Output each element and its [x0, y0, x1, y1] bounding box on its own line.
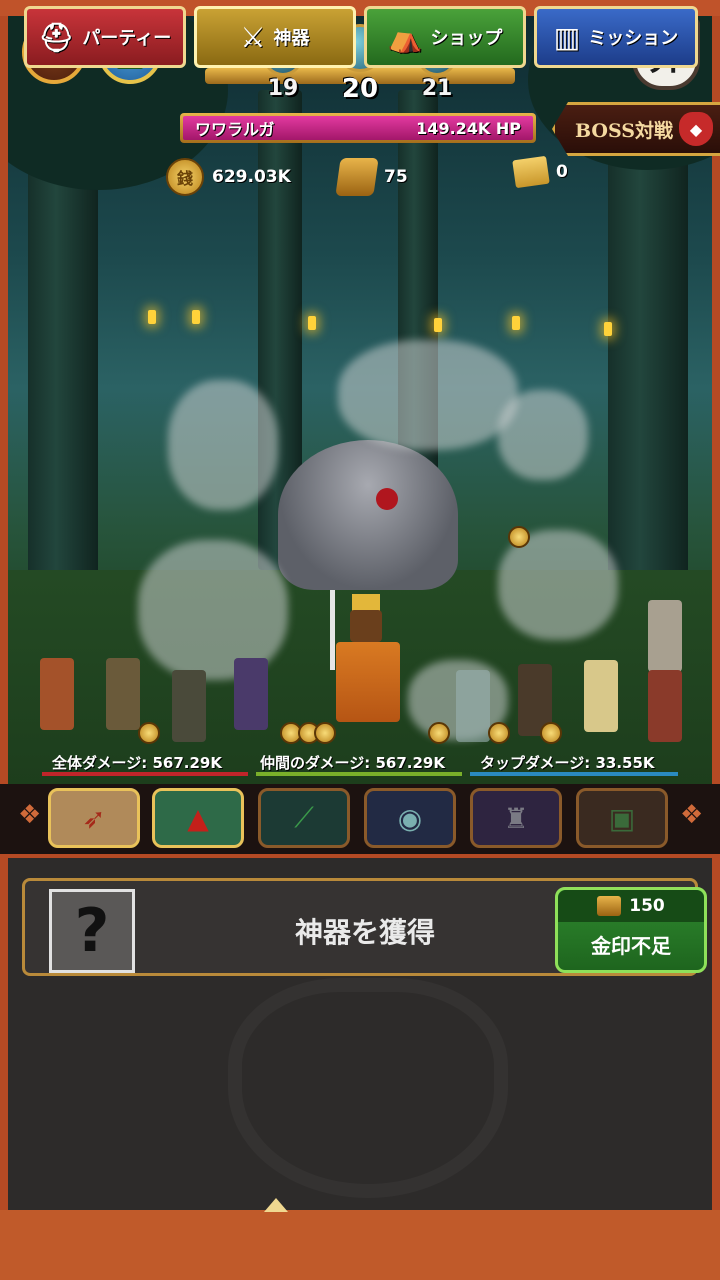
crossed-swords-icon: ⚔: [240, 20, 266, 54]
relic-slot-6[interactable]: ▣: [576, 788, 668, 848]
demon-helmet-icon: ▲: [187, 801, 209, 835]
scroll-icon: ▥: [553, 20, 581, 54]
ornament-right: ❖: [680, 800, 704, 830]
stage-next: 21: [421, 76, 453, 101]
tab-mission[interactable]: ▥ ミッション: [534, 6, 698, 68]
ally-warrior: [648, 670, 682, 742]
lantern: [308, 316, 316, 330]
smoke-cloud: [498, 390, 588, 480]
jade-sceptre-icon: ⟋: [294, 801, 314, 834]
acquire-relic-card: ? 神器を獲得 150 金印不足: [22, 878, 707, 976]
hero-robe: [336, 642, 400, 722]
boss-hp-fill: ワワラルガ 149.24K HP: [183, 116, 533, 140]
tent-icon: ⛺: [387, 20, 423, 54]
acquire-button-label: 金印不足: [591, 934, 671, 958]
question-mark-icon: ?: [49, 889, 135, 973]
tab-party-label: パーティー: [82, 28, 172, 49]
tab-relic[interactable]: ⚔ 神器: [194, 6, 356, 68]
tab-relic-label: 神器: [273, 28, 310, 49]
hero-head: [350, 610, 382, 642]
lantern: [512, 316, 520, 330]
ally-warrior: [234, 658, 268, 730]
gold-currency: 錢 629.03K: [166, 158, 291, 196]
tap-damage: タップダメージ: 33.55K: [480, 754, 655, 772]
seal-currency: 75: [335, 158, 408, 196]
bottom-tab-bar: [0, 1210, 720, 1280]
ally-warrior: [172, 670, 206, 742]
boss-hp-bar: ワワラルガ 149.24K HP: [180, 113, 536, 143]
relic-slot-5[interactable]: ♜: [470, 788, 562, 848]
ornament-left: ❖: [18, 800, 42, 830]
stage-current: 20: [341, 74, 379, 104]
acquire-title: 神器を獲得: [294, 916, 435, 949]
total-damage-underline: [42, 772, 248, 776]
lantern: [434, 318, 442, 332]
scroll-currency: 0: [512, 155, 568, 189]
statue-icon: ♜: [503, 801, 529, 835]
stage-prev: 19: [267, 76, 299, 101]
ally-warrior: [40, 658, 74, 730]
coin-drop[interactable]: [138, 722, 160, 744]
scroll-icon: [512, 155, 550, 189]
tab-mission-label: ミッション: [588, 28, 679, 49]
active-tab-pointer: [264, 1198, 288, 1212]
seal-value: 75: [384, 167, 408, 187]
boss-battle-label: BOSS対戦: [575, 119, 673, 142]
relic-panel: ? 神器を獲得 150 金印不足: [8, 854, 712, 1210]
tab-shop-label: ショップ: [430, 28, 503, 49]
mirror-icon: ◉: [397, 801, 423, 835]
coin-drop[interactable]: [508, 526, 530, 548]
helmet-icon: ⛑: [38, 20, 75, 54]
coin-drop[interactable]: [428, 722, 450, 744]
relic-slot-4[interactable]: ◉: [364, 788, 456, 848]
relic-slot-3[interactable]: ⟋: [258, 788, 350, 848]
gold-seal-icon: [335, 158, 379, 196]
ally-damage: 仲間のダメージ: 567.29K: [260, 754, 445, 772]
lantern: [604, 322, 612, 336]
background-emblem: [228, 978, 508, 1198]
boss-name: ワワラルガ: [195, 120, 275, 139]
boss-battle-button[interactable]: BOSS対戦 ◆: [552, 102, 720, 156]
boss-mouth: [376, 488, 398, 510]
coin-drop[interactable]: [488, 722, 510, 744]
ally-warrior: [106, 658, 140, 730]
arrow-quiver-icon: ➶: [82, 801, 106, 835]
tab-shop[interactable]: ⛺ ショップ: [364, 6, 526, 68]
treasure-chest-icon: ▣: [608, 801, 636, 835]
hero-character: [330, 590, 404, 734]
sword: [330, 590, 335, 670]
acquire-cost: 150: [558, 890, 704, 922]
boss-monster[interactable]: [278, 440, 458, 590]
acquire-cost-value: 150: [629, 896, 665, 916]
tap-damage-underline: [470, 772, 678, 776]
gold-value: 629.03K: [212, 167, 291, 187]
total-damage: 全体ダメージ: 567.29K: [52, 754, 222, 772]
acquire-button[interactable]: 150 金印不足: [555, 887, 707, 973]
smoke-cloud: [338, 340, 518, 450]
ally-warrior: [456, 670, 490, 742]
coin-drop[interactable]: [540, 722, 562, 744]
lantern: [148, 310, 156, 324]
ally-warrior: [648, 600, 682, 672]
boss-hp-value: 149.24K HP: [416, 118, 521, 138]
smoke-cloud: [168, 380, 278, 510]
relic-slot-2[interactable]: ▲: [152, 788, 244, 848]
coin-drop[interactable]: [314, 722, 336, 744]
ally-damage-underline: [256, 772, 462, 776]
demon-mask-icon: ◆: [679, 112, 713, 146]
scroll-value: 0: [556, 162, 568, 182]
gold-seal-icon: [597, 896, 622, 916]
lantern: [192, 310, 200, 324]
ally-warrior: [584, 660, 618, 732]
tab-party[interactable]: ⛑ パーティー: [24, 6, 186, 68]
relic-slot-1[interactable]: ➶: [48, 788, 140, 848]
gold-coin-icon: 錢: [166, 158, 204, 196]
